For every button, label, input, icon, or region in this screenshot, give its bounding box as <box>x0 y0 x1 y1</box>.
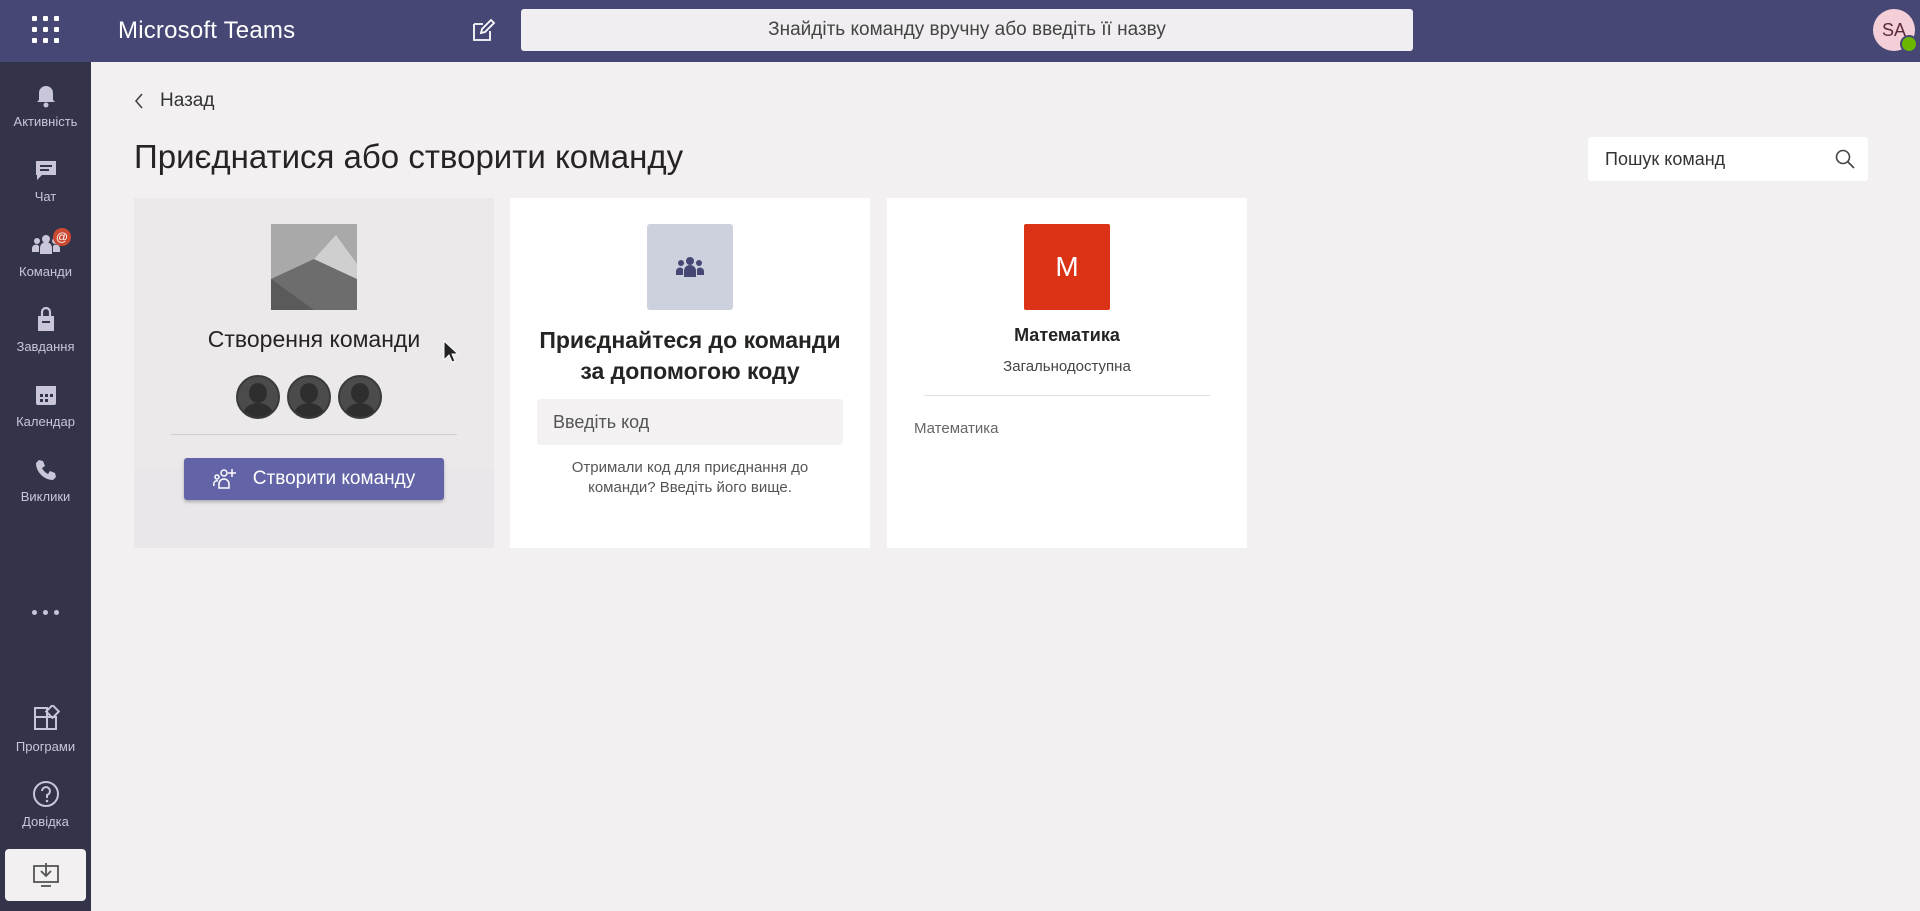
app-launcher-icon[interactable] <box>32 16 60 44</box>
rail-item-activity[interactable]: Активність <box>0 70 91 140</box>
help-icon <box>32 781 59 807</box>
rail-item-label: Програми <box>15 739 76 754</box>
rail-item-label: Завдання <box>16 339 75 354</box>
rail-item-teams[interactable]: Команди @ <box>0 220 91 290</box>
global-search-placeholder: Знайдіть команду вручну або введіть її н… <box>768 19 1166 40</box>
team-visibility: Загальнодоступна <box>1003 358 1131 375</box>
create-team-button[interactable]: Створити команду <box>184 458 444 500</box>
team-initial: M <box>1055 251 1079 282</box>
rail-item-help[interactable]: Довідка <box>0 768 91 838</box>
chat-icon <box>35 161 56 180</box>
divider <box>171 434 457 435</box>
back-link[interactable]: Назад <box>134 90 214 112</box>
bell-icon <box>36 86 55 108</box>
team-search-placeholder: Пошук команд <box>1605 148 1726 169</box>
apps-icon <box>33 705 60 730</box>
person-icon <box>287 375 331 419</box>
create-team-button-label: Створити команду <box>252 468 416 489</box>
page-title: Приєднатися або створити команду <box>134 138 684 175</box>
image-placeholder-icon <box>271 224 357 310</box>
join-team-title: Приєднайтеся до команди за допомогою код… <box>510 325 870 387</box>
create-team-title: Створення команди <box>207 326 421 352</box>
divider <box>924 395 1210 396</box>
teams-icon <box>647 224 733 310</box>
team-code-input[interactable]: Введіть код <box>537 399 843 445</box>
team-name: Математика <box>1014 325 1120 345</box>
top-bar: Microsoft Teams Знайдіть команду вручну … <box>0 0 1920 62</box>
download-app-button[interactable] <box>5 849 86 901</box>
add-team-icon <box>212 469 236 489</box>
team-card[interactable]: M Математика Загальнодоступна Математика <box>887 198 1247 548</box>
rail-item-assignments[interactable]: Завдання <box>0 295 91 365</box>
rail-item-label: Активність <box>13 114 78 129</box>
code-hint-text: Отримали код для приєднання до команди? … <box>571 459 809 496</box>
team-code-placeholder: Введіть код <box>553 411 650 432</box>
back-label: Назад <box>160 90 215 111</box>
calendar-icon <box>35 386 56 405</box>
global-search-input[interactable]: Знайдіть команду вручну або введіть її н… <box>521 9 1413 51</box>
phone-icon <box>35 460 56 480</box>
assignments-icon <box>37 307 54 331</box>
join-title-line1: Приєднайтеся до команди <box>539 327 841 353</box>
more-apps-icon[interactable] <box>0 597 91 627</box>
app-title: Microsoft Teams <box>118 17 296 44</box>
download-icon <box>32 863 59 887</box>
mention-badge: @ <box>53 228 71 246</box>
team-tile: M <box>1024 224 1110 310</box>
team-description: Математика <box>914 420 999 437</box>
mouse-cursor-icon <box>443 340 459 363</box>
chevron-left-icon <box>134 93 143 109</box>
join-with-code-card: Приєднайтеся до команди за допомогою код… <box>510 198 870 548</box>
person-icon <box>236 375 280 419</box>
search-icon[interactable] <box>1834 148 1856 170</box>
rail-item-calls[interactable]: Виклики <box>0 445 91 515</box>
rail-item-label: Довідка <box>22 814 69 829</box>
create-team-card[interactable]: Створення команди Створити команду <box>134 198 494 548</box>
rail-item-calendar[interactable]: Календар <box>0 370 91 440</box>
new-chat-icon[interactable] <box>470 18 496 44</box>
rail-item-label: Календар <box>16 414 75 429</box>
join-title-line2: за допомогою коду <box>580 358 800 384</box>
rail-item-apps[interactable]: Програми <box>0 693 91 763</box>
rail-item-label: Виклики <box>20 489 71 504</box>
rail-item-chat[interactable]: Чат <box>0 145 91 215</box>
member-avatars <box>236 375 389 419</box>
presence-available-icon <box>1900 35 1918 53</box>
team-search-input[interactable]: Пошук команд <box>1588 137 1868 181</box>
rail-item-label: Чат <box>34 189 57 204</box>
app-rail: Активність Чат Команди @ Завдання Календ… <box>0 62 91 911</box>
person-icon <box>338 375 382 419</box>
rail-item-label: Команди <box>19 264 72 279</box>
